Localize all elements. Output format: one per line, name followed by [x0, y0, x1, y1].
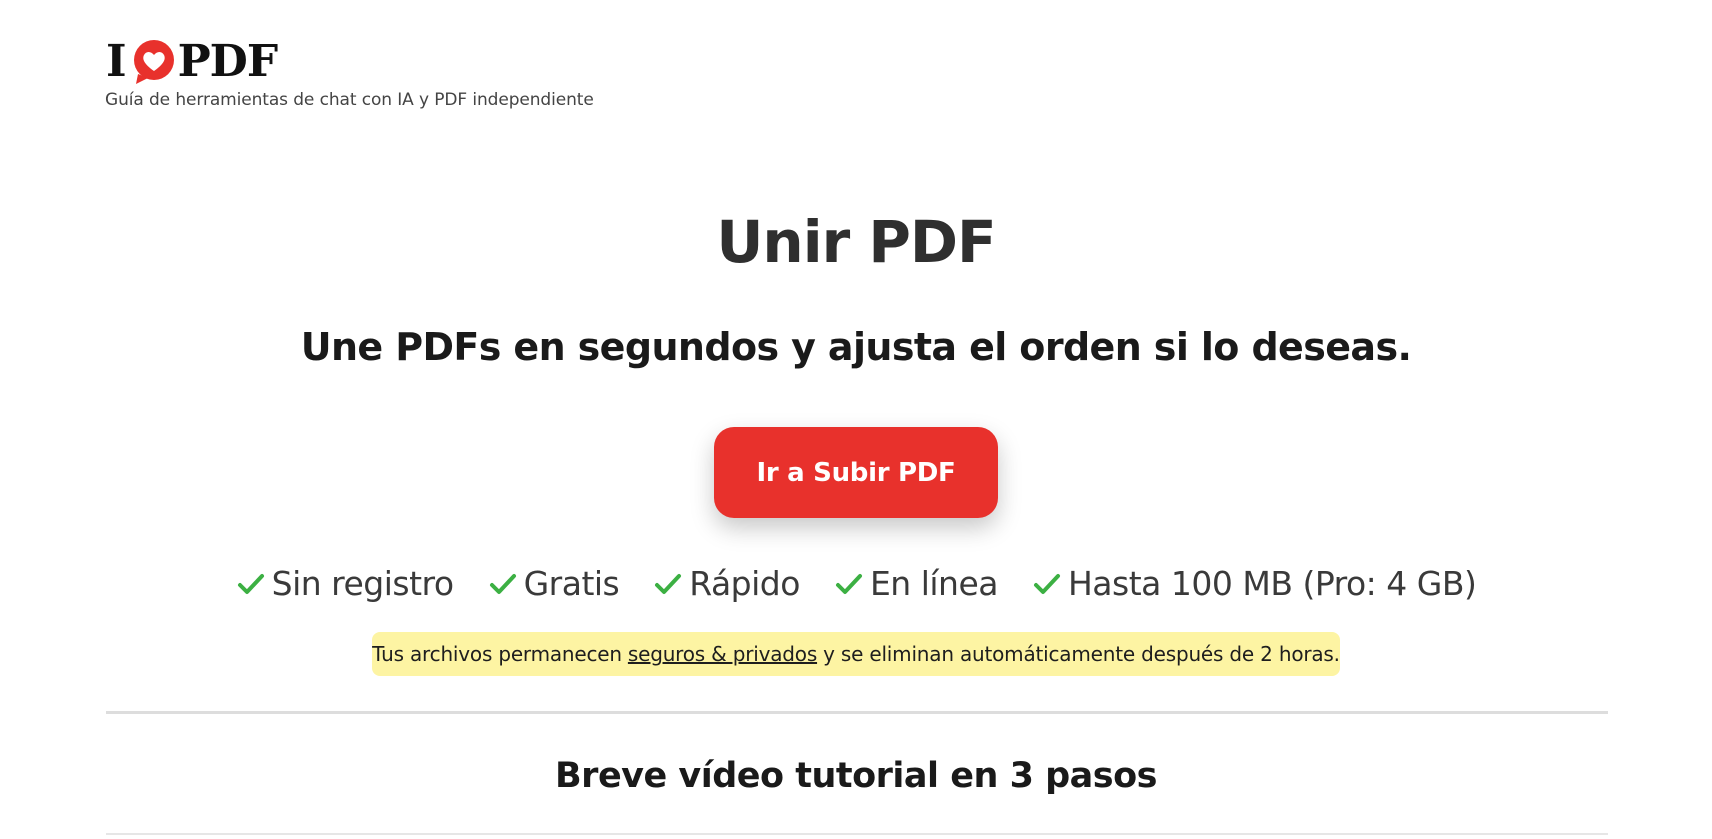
- check-icon: [236, 569, 266, 599]
- page-title: Unir PDF: [716, 208, 996, 276]
- feature-label: Sin registro: [271, 564, 454, 603]
- heart-speech-bubble-icon: [130, 38, 178, 86]
- feature-list: Sin registro Gratis Rápido En línea Hast…: [0, 564, 1712, 603]
- privacy-link[interactable]: seguros & privados: [628, 642, 817, 666]
- section-divider: [106, 711, 1608, 714]
- feature-item: Hasta 100 MB (Pro: 4 GB): [1032, 564, 1477, 603]
- check-icon: [834, 569, 864, 599]
- logo-letter-i: I: [106, 36, 127, 87]
- privacy-text-after: y se eliminan automáticamente después de…: [823, 642, 1340, 666]
- check-icon: [1032, 569, 1062, 599]
- go-to-upload-button[interactable]: Ir a Subir PDF: [714, 427, 998, 518]
- check-icon: [653, 569, 683, 599]
- feature-label: Gratis: [523, 564, 620, 603]
- site-tagline: Guía de herramientas de chat con IA y PD…: [105, 90, 594, 110]
- feature-item: Rápido: [653, 564, 800, 603]
- page-subtitle: Une PDFs en segundos y ajusta el orden s…: [300, 325, 1412, 369]
- check-icon: [488, 569, 518, 599]
- site-logo[interactable]: I PDF: [106, 38, 594, 86]
- tutorial-section-title: Breve vídeo tutorial en 3 pasos: [555, 756, 1158, 796]
- site-header: I PDF Guía de herramientas de chat con I…: [105, 38, 594, 111]
- feature-item: Gratis: [488, 564, 620, 603]
- logo-letters-pdf: PDF: [177, 36, 278, 87]
- feature-item: Sin registro: [236, 564, 454, 603]
- feature-label: Hasta 100 MB (Pro: 4 GB): [1067, 564, 1477, 603]
- feature-item: En línea: [834, 564, 998, 603]
- feature-label: En línea: [869, 564, 999, 603]
- privacy-text-before: Tus archivos permanecen: [372, 642, 622, 666]
- feature-label: Rápido: [689, 564, 800, 603]
- section-divider: [106, 833, 1608, 835]
- privacy-notice: Tus archivos permanecen seguros & privad…: [372, 632, 1340, 676]
